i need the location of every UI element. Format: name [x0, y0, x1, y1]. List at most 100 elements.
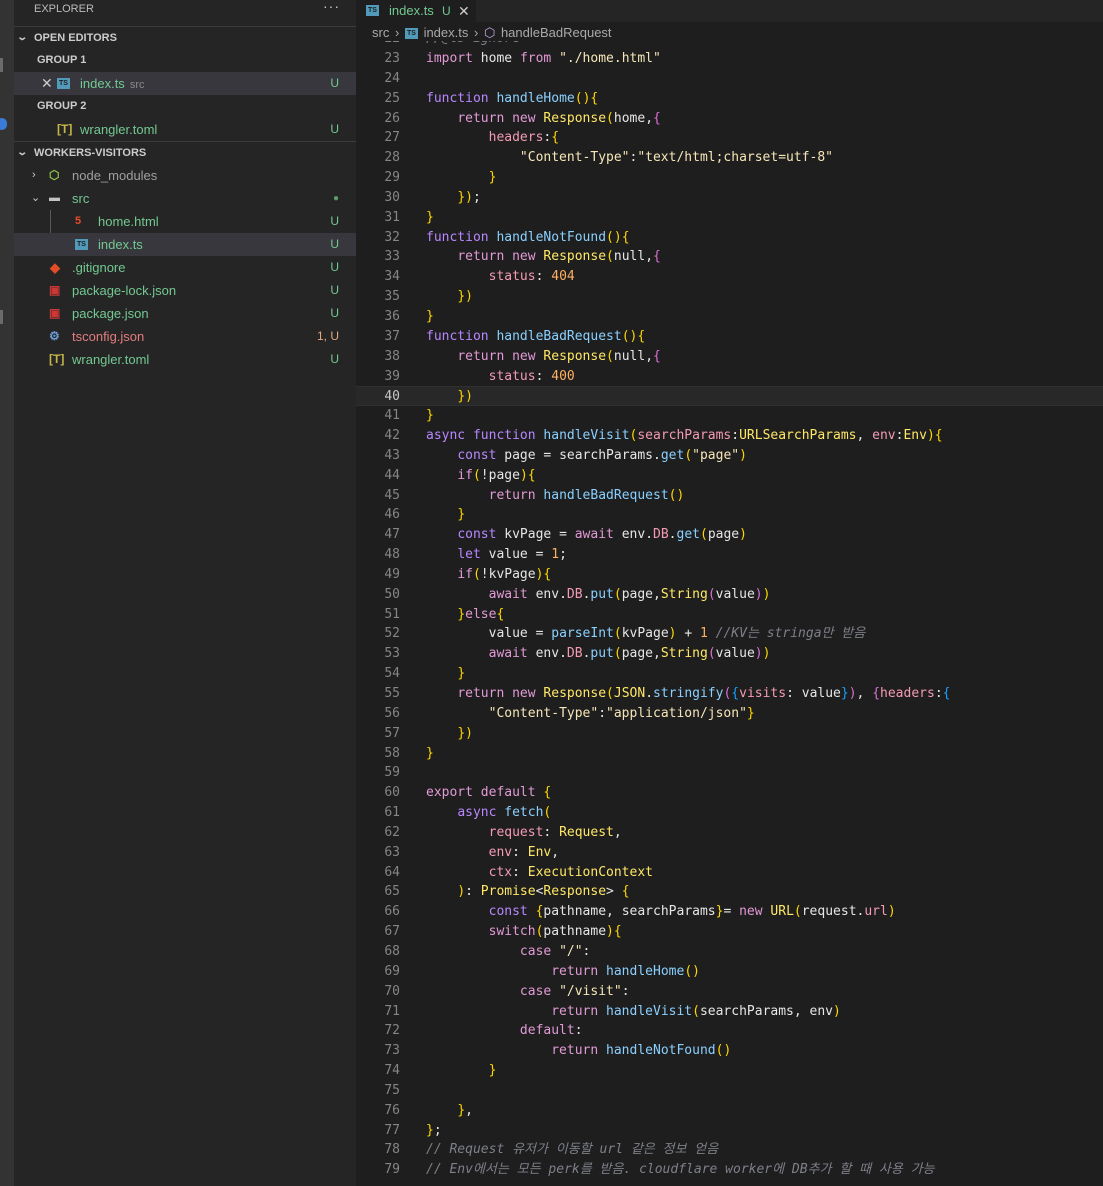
- code-line[interactable]: 54 }: [356, 664, 1103, 684]
- code-line[interactable]: 63 env: Env,: [356, 843, 1103, 863]
- code-line[interactable]: 53 await env.DB.put(page,String(value)): [356, 644, 1103, 664]
- code-text: await env.DB.put(page,String(value)): [488, 646, 771, 662]
- code-line[interactable]: 41}: [356, 406, 1103, 426]
- close-icon[interactable]: ✕: [458, 0, 470, 22]
- code-line[interactable]: 39 status: 400: [356, 367, 1103, 387]
- code-line[interactable]: 68 case "/":: [356, 942, 1103, 962]
- line-number: 39: [384, 368, 400, 384]
- tab-index-ts[interactable]: TS index.ts U ✕: [356, 0, 476, 22]
- code-text: default:: [519, 1023, 583, 1039]
- code-line[interactable]: 51 }else{: [356, 605, 1103, 625]
- tree-item-src[interactable]: ⌄ ▬ src ●: [14, 187, 356, 210]
- code-text: headers:{: [488, 130, 560, 146]
- tree-item-package-json[interactable]: ▣ package.json U: [14, 302, 356, 325]
- code-text: return handleVisit(searchParams, env): [551, 1003, 841, 1019]
- code-line[interactable]: 67 switch(pathname){: [356, 922, 1103, 942]
- tree-item-wrangler-toml[interactable]: [T] wrangler.toml U: [14, 348, 356, 371]
- line-number: 41: [384, 408, 400, 424]
- code-line[interactable]: 66 const {pathname, searchParams}= new U…: [356, 902, 1103, 922]
- code-line[interactable]: 48 let value = 1;: [356, 545, 1103, 565]
- code-line[interactable]: 32 function handleNotFound(){: [356, 228, 1103, 248]
- code-line[interactable]: 58}: [356, 744, 1103, 764]
- code-line[interactable]: 46 }: [356, 505, 1103, 525]
- code-line[interactable]: 35 }): [356, 287, 1103, 307]
- tree-item-tsconfig[interactable]: ⚙ tsconfig.json 1, U: [14, 325, 356, 348]
- code-line[interactable]: 60 export default {: [356, 783, 1103, 803]
- code-line[interactable]: 23 import home from "./home.html": [356, 49, 1103, 69]
- code-text: },: [457, 1102, 473, 1118]
- ts-icon: TS: [75, 233, 88, 256]
- code-line[interactable]: 24: [356, 69, 1103, 89]
- code-line[interactable]: 55 return new Response(JSON.stringify({v…: [356, 684, 1103, 704]
- code-line[interactable]: 71 return handleVisit(searchParams, env): [356, 1002, 1103, 1022]
- code-line[interactable]: 69 return handleHome(): [356, 962, 1103, 982]
- code-line[interactable]: 49 if(!kvPage){: [356, 565, 1103, 585]
- code-line[interactable]: 64 ctx: ExecutionContext: [356, 863, 1103, 883]
- code-line[interactable]: 37 function handleBadRequest(){: [356, 327, 1103, 347]
- tree-item-node-modules[interactable]: › ⬡ node_modules: [14, 164, 356, 187]
- project-header[interactable]: ⌄ WORKERS-VISITORS: [14, 141, 356, 164]
- code-line[interactable]: 76 },: [356, 1101, 1103, 1121]
- git-status: U: [330, 214, 339, 228]
- breadcrumb-folder[interactable]: src: [372, 25, 389, 40]
- code-line[interactable]: 33 return new Response(null,{: [356, 247, 1103, 267]
- code-line[interactable]: 50 await env.DB.put(page,String(value)): [356, 585, 1103, 605]
- open-editors-header[interactable]: ⌄ OPEN EDITORS: [14, 26, 356, 49]
- code-line[interactable]: 31}: [356, 208, 1103, 228]
- tree-item-package-lock[interactable]: ▣ package-lock.json U: [14, 279, 356, 302]
- code-line[interactable]: 65 ): Promise<Response> {: [356, 882, 1103, 902]
- code-line[interactable]: 72 default:: [356, 1021, 1103, 1041]
- tree-item-home-html[interactable]: 5 home.html U: [14, 210, 356, 233]
- open-editor-index-ts[interactable]: ✕ TS index.ts src U: [14, 72, 356, 95]
- breadcrumb-symbol[interactable]: handleBadRequest: [501, 25, 612, 40]
- file-name: .gitignore: [72, 260, 126, 275]
- code-line[interactable]: 74 }: [356, 1061, 1103, 1081]
- code-line[interactable]: 34 status: 404: [356, 267, 1103, 287]
- code-line[interactable]: 70 case "/visit":: [356, 982, 1103, 1002]
- code-line[interactable]: 73 return handleNotFound(): [356, 1041, 1103, 1061]
- code-editor[interactable]: 22 //@ts-ignore 23 import home from "./home…: [356, 41, 1103, 1186]
- code-line[interactable]: 78 // Request 유저가 이동할 url 같은 정보 얻음: [356, 1140, 1103, 1160]
- code-line[interactable]: 44 if(!page){: [356, 466, 1103, 486]
- git-status: U: [330, 306, 339, 320]
- code-line[interactable]: 26 return new Response(home,{: [356, 109, 1103, 129]
- line-number: 30: [384, 189, 400, 205]
- code-line[interactable]: 62 request: Request,: [356, 823, 1103, 843]
- code-line[interactable]: 56 "Content-Type":"application/json"}: [356, 704, 1103, 724]
- line-number: 40: [384, 389, 400, 405]
- code-line[interactable]: 36}: [356, 307, 1103, 327]
- file-name: tsconfig.json: [72, 329, 145, 344]
- accounts-badge[interactable]: [0, 118, 7, 130]
- code-text: }: [426, 209, 434, 225]
- more-actions-icon[interactable]: ···: [323, 0, 340, 15]
- code-line[interactable]: 47 const kvPage = await env.DB.get(page): [356, 525, 1103, 545]
- code-line[interactable]: 38 return new Response(null,{: [356, 347, 1103, 367]
- code-line[interactable]: 61 async fetch(: [356, 803, 1103, 823]
- code-line[interactable]: 52 value = parseInt(kvPage) + 1 //KV는 st…: [356, 624, 1103, 644]
- code-line[interactable]: 22 //@ts-ignore: [356, 41, 1103, 49]
- open-editor-wrangler-toml[interactable]: [T] wrangler.toml U: [14, 118, 356, 141]
- code-line[interactable]: 42 async function handleVisit(searchParam…: [356, 426, 1103, 446]
- code-line[interactable]: 77};: [356, 1121, 1103, 1141]
- code-line[interactable]: 25 function handleHome(){: [356, 89, 1103, 109]
- code-text: return new Response(null,{: [457, 249, 661, 265]
- tree-item-gitignore[interactable]: ◆ .gitignore U: [14, 256, 356, 279]
- close-icon[interactable]: ✕: [41, 72, 53, 95]
- tree-item-index-ts[interactable]: TS index.ts U: [14, 233, 356, 256]
- code-line[interactable]: 59: [356, 763, 1103, 783]
- code-line[interactable]: 30 });: [356, 188, 1103, 208]
- code-line[interactable]: 27 headers:{: [356, 128, 1103, 148]
- line-number: 32: [384, 229, 400, 245]
- breadcrumb-file[interactable]: index.ts: [424, 25, 469, 40]
- code-line[interactable]: 45 return handleBadRequest(): [356, 486, 1103, 506]
- code-line[interactable]: 79 // Env에서는 모든 perk를 받음. cloudflare work…: [356, 1160, 1103, 1180]
- code-text: }): [457, 289, 473, 305]
- chevron-down-icon: ⌄: [31, 192, 41, 204]
- code-line[interactable]: 28 "Content-Type":"text/html;charset=utf…: [356, 148, 1103, 168]
- code-line[interactable]: 75: [356, 1081, 1103, 1101]
- code-text: async fetch(: [457, 805, 552, 821]
- code-line[interactable]: 29 }: [356, 168, 1103, 188]
- code-line[interactable]: 43 const page = searchParams.get("page"): [356, 446, 1103, 466]
- code-line[interactable]: 40 }): [356, 386, 1103, 407]
- code-line[interactable]: 57 }): [356, 724, 1103, 744]
